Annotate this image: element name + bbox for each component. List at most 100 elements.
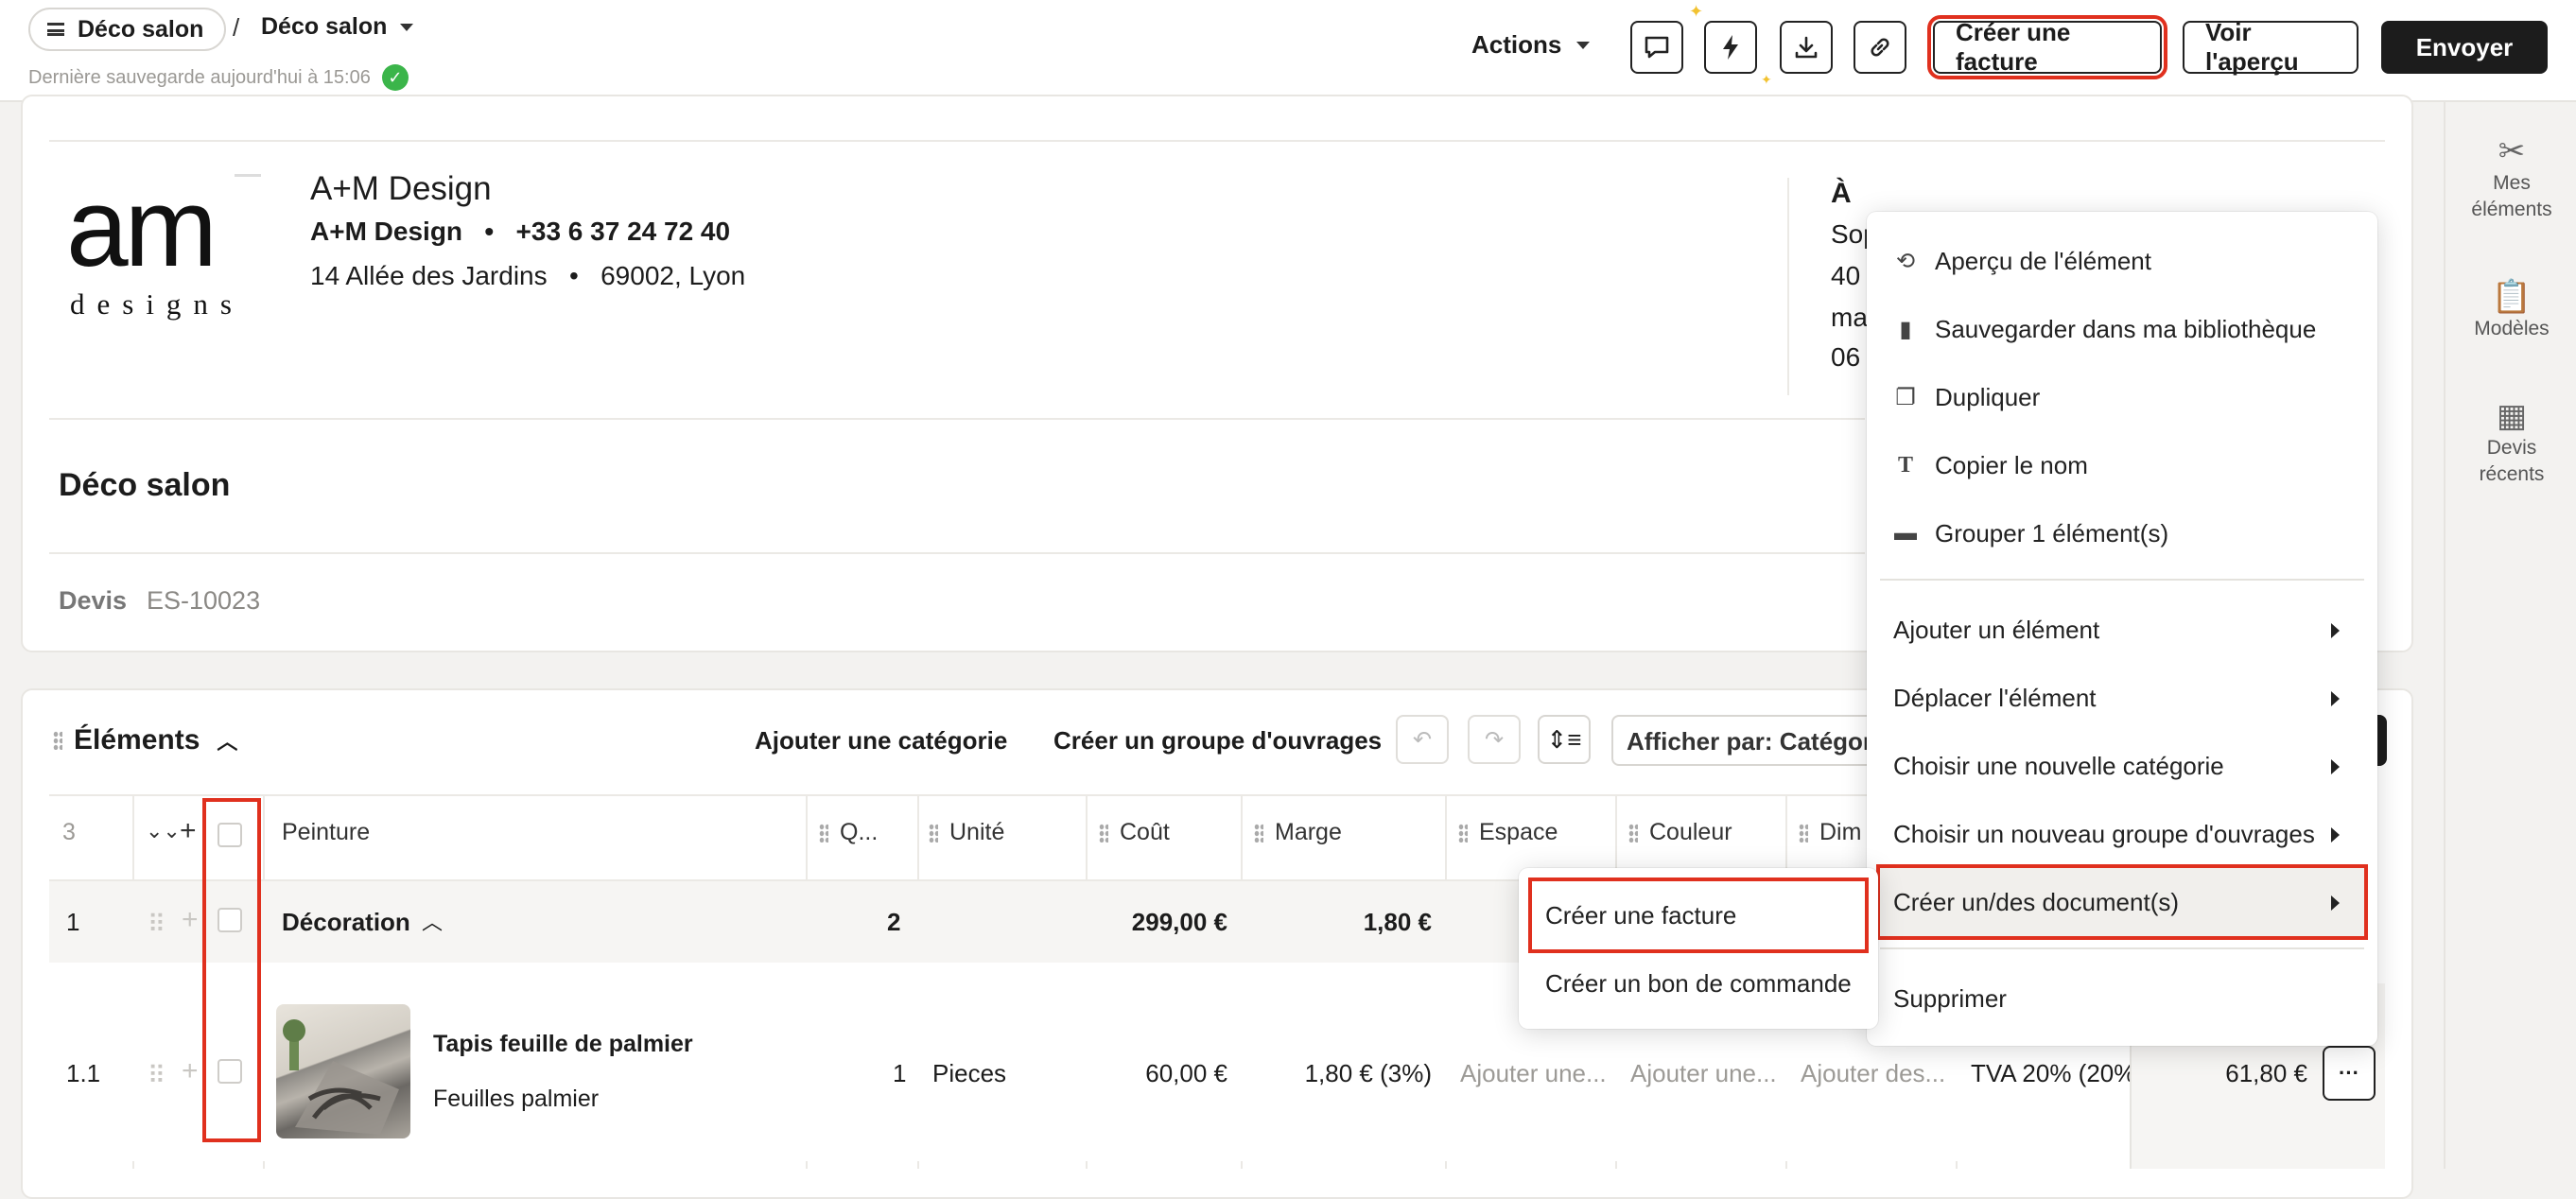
submenu-item-create-invoice[interactable]: Créer une facture [1528, 878, 1869, 953]
chevron-down-icon [1576, 41, 1591, 49]
undo-button[interactable]: ↶ [1396, 715, 1449, 764]
sidebar-item-recent-quotes[interactable]: ▦ Devis récents [2445, 400, 2576, 488]
menu-item-add-element[interactable]: Ajouter un élément [1867, 596, 2377, 664]
menu-item-save-library[interactable]: ▮ Sauvegarder dans ma bibliothèque [1867, 295, 2377, 363]
sparkle-icon: ✦ [1761, 72, 1772, 87]
column-header-dimensions[interactable]: Dim [1799, 819, 1861, 846]
category-margin: 1,80 € [1363, 908, 1432, 936]
menu-item-move-element[interactable]: Déplacer l'élément [1867, 664, 2377, 732]
drag-handle-icon [53, 731, 62, 750]
collapse-all-icon[interactable]: ⌄⌄ [146, 819, 181, 843]
category-cost: 299,00 € [1131, 908, 1227, 936]
column-header-color[interactable]: Couleur [1628, 819, 1732, 846]
share-link-button[interactable] [1854, 21, 1906, 74]
column-header-space[interactable]: Espace [1458, 819, 1558, 846]
more-options-button[interactable]: ··· [2323, 1046, 2376, 1101]
recipient-line: 40 [1831, 261, 1861, 290]
chevron-up-icon: ︿ [217, 730, 238, 754]
category-name[interactable]: Décoration [282, 908, 410, 937]
right-sidebar: ✂ Mes éléments 📋 Modèles ▦ Devis récents [2444, 102, 2576, 1169]
divider [49, 418, 1865, 420]
book-icon: ▮ [1899, 316, 1912, 342]
document-type-label: Devis [59, 586, 128, 615]
divider [49, 552, 1865, 554]
divider [1787, 178, 1789, 395]
redo-button[interactable]: ↷ [1468, 715, 1521, 764]
breadcrumb-separator: / [233, 13, 240, 42]
chevron-right-icon [2331, 623, 2340, 638]
automation-button[interactable] [1704, 21, 1757, 74]
item-tva[interactable]: TVA 20% (20% [1971, 1059, 2132, 1088]
create-group-button[interactable]: Créer un groupe d'ouvrages [1053, 726, 1382, 756]
item-space-field[interactable]: Ajouter une... [1460, 1059, 1607, 1088]
column-header-cost[interactable]: Coût [1099, 819, 1170, 846]
breadcrumb-current-dropdown[interactable]: Déco salon [261, 13, 414, 41]
comment-button[interactable] [1630, 21, 1683, 74]
menu-item-new-group[interactable]: Choisir un nouveau groupe d'ouvrages [1867, 800, 2377, 868]
item-margin[interactable]: 1,80 € (3%) [1258, 1059, 1432, 1088]
column-header-qty[interactable]: Q... [819, 819, 878, 846]
item-unit[interactable]: Pieces [932, 1059, 1006, 1088]
chevron-right-icon [2331, 827, 2340, 843]
menu-divider [1880, 579, 2364, 581]
actions-dropdown[interactable]: Actions [1471, 30, 1591, 60]
preview-icon: ⟲ [1895, 248, 1916, 274]
submenu-item-create-purchase-order[interactable]: Créer un bon de commande [1519, 949, 1878, 1017]
menu-icon [47, 23, 64, 36]
preview-button[interactable]: Voir l'aperçu [2183, 18, 2358, 76]
download-button[interactable] [1780, 21, 1833, 74]
menu-item-group[interactable]: ▬ Grouper 1 élément(s) [1867, 499, 2377, 567]
menu-item-delete[interactable]: Supprimer [1867, 964, 2377, 1033]
add-icon[interactable]: + [182, 1055, 199, 1087]
duplicate-icon: ❐ [1895, 384, 1916, 410]
actions-label: Actions [1471, 30, 1562, 59]
product-thumbnail[interactable] [276, 1004, 410, 1138]
elements-section-header[interactable]: Éléments ︿ [53, 724, 237, 756]
item-total: 61,80 € [2225, 1059, 2307, 1087]
send-button[interactable]: Envoyer [2381, 21, 2548, 74]
document-title[interactable]: Déco salon [59, 467, 230, 504]
add-icon[interactable]: + [182, 904, 199, 936]
breadcrumb-root: Déco salon [78, 15, 204, 43]
menu-item-create-documents[interactable]: Créer un/des document(s) [1876, 864, 2368, 940]
menu-item-duplicate[interactable]: ❐ Dupliquer [1867, 363, 2377, 431]
line-height-icon: ⇕≡ [1546, 724, 1582, 754]
menu-item-new-category[interactable]: Choisir une nouvelle catégorie [1867, 732, 2377, 800]
column-header-margin[interactable]: Marge [1254, 819, 1342, 846]
text-icon: T [1897, 452, 1913, 478]
menu-item-preview[interactable]: ⟲ Aperçu de l'élément [1867, 227, 2377, 295]
add-category-button[interactable]: Ajouter une catégorie [755, 726, 1007, 756]
chevron-down-icon [400, 23, 414, 31]
item-qty[interactable]: 1 [893, 1059, 906, 1088]
tools-icon: ✂ [2498, 133, 2526, 169]
recipient-label: À [1831, 178, 1852, 209]
recipient-line: 06 [1831, 342, 1861, 372]
document-number[interactable]: ES-10023 [147, 586, 260, 616]
download-icon [1795, 36, 1818, 59]
sidebar-item-my-elements[interactable]: ✂ Mes éléments [2445, 133, 2576, 223]
line-spacing-button[interactable]: ⇕≡ [1538, 715, 1591, 764]
item-cost[interactable]: 60,00 € [1127, 1059, 1227, 1088]
sidebar-item-templates[interactable]: 📋 Modèles [2445, 281, 2576, 342]
item-name[interactable]: Tapis feuille de palmier [433, 1031, 693, 1058]
context-menu: ⟲ Aperçu de l'élément ▮ Sauvegarder dans… [1867, 212, 2377, 1046]
column-header-name[interactable]: Peinture [282, 819, 370, 846]
drag-handle-icon[interactable]: ⠿ [148, 1061, 165, 1090]
elements-title: Éléments [74, 724, 200, 756]
sidebar-item-label: Mes [2493, 172, 2531, 194]
column-header-unit[interactable]: Unité [929, 819, 1004, 846]
add-icon[interactable]: + [180, 815, 197, 847]
drag-handle-icon[interactable]: ⠿ [148, 910, 165, 939]
sidebar-item-label: Devis [2486, 437, 2537, 459]
item-color-field[interactable]: Ajouter une... [1630, 1059, 1777, 1088]
menu-item-copy-name[interactable]: T Copier le nom [1867, 431, 2377, 499]
item-description[interactable]: Feuilles palmier [433, 1086, 599, 1113]
item-dimensions-field[interactable]: Ajouter des... [1801, 1059, 1945, 1088]
create-invoice-button[interactable]: Créer une facture [1927, 15, 2167, 79]
save-status-text: Dernière sauvegarde aujourd'hui à 15:06 [28, 66, 371, 88]
company-address: 14 Allée des Jardins • 69002, Lyon [310, 261, 746, 290]
breadcrumb-project-button[interactable]: Déco salon [28, 8, 227, 51]
undo-icon: ↶ [1412, 726, 1433, 753]
chevron-right-icon [2331, 691, 2340, 706]
chevron-up-icon[interactable]: ︿ [422, 906, 443, 936]
